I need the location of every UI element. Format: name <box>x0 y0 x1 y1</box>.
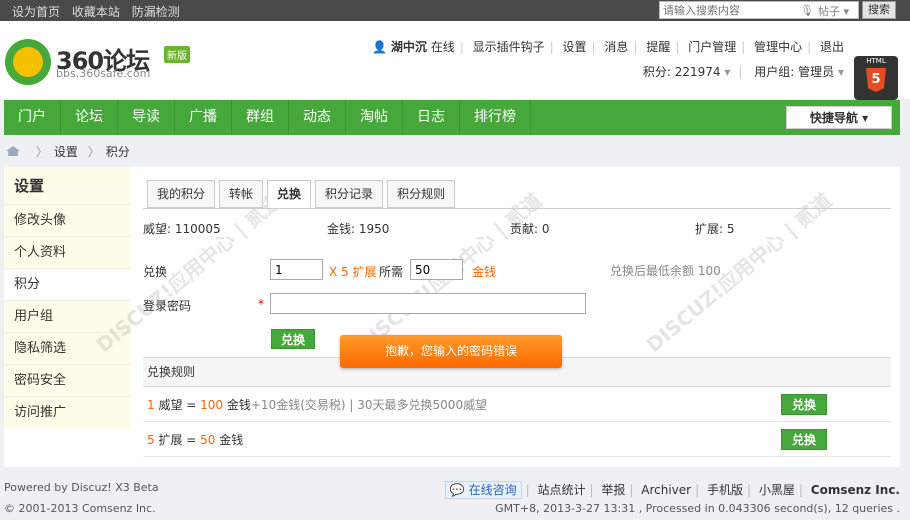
bookmark-link[interactable]: 收藏本站 <box>72 5 120 19</box>
user-icon: 👤 <box>372 40 388 54</box>
nav-portal[interactable]: 门户 <box>4 100 61 135</box>
leak-detect-link[interactable]: 防漏检测 <box>132 5 180 19</box>
search-type-select[interactable]: 帖子 ▾ <box>818 3 849 19</box>
need-currency: 金钱 <box>472 265 497 279</box>
header: 360论坛 新版 bbs.360safe.com 👤 湖中沉 在线 | 显示插件钩… <box>0 21 910 100</box>
top-links: 设为首页 收藏本站 防漏检测 <box>12 3 188 20</box>
footer-powered: Powered by Discuz! X3 Beta <box>4 481 159 494</box>
sidebar-title: 设置 <box>4 167 131 205</box>
tab-my-points[interactable]: 我的积分 <box>147 180 216 208</box>
min-balance-note: 兑换后最低余额 100 <box>610 264 721 278</box>
online-consult-button[interactable]: 💬 在线咨询 <box>444 481 522 499</box>
messages-link[interactable]: 消息 <box>604 40 628 54</box>
footer-comsenz-link[interactable]: Comsenz Inc. <box>811 483 900 497</box>
sidebar-item-promotion[interactable]: 访问推广 <box>4 397 131 429</box>
need-label: 所需 <box>379 265 404 279</box>
portal-admin-link[interactable]: 门户管理 <box>688 40 736 54</box>
exchange-amount-input[interactable] <box>270 259 323 280</box>
user-menu: 👤 湖中沉 在线 | 显示插件钩子 | 设置 | 消息 | 提醒 | 门户管理 | 管理中心… <box>372 40 844 54</box>
rule-exchange-button[interactable]: 兑换 <box>781 429 827 450</box>
sidebar-item-profile[interactable]: 个人资料 <box>4 237 131 269</box>
html5-icon: HTML 5 <box>854 56 898 100</box>
notices-link[interactable]: 提醒 <box>646 40 670 54</box>
html5-label: HTML <box>866 57 886 65</box>
sidebar-item-security[interactable]: 密码安全 <box>4 365 131 397</box>
search-input[interactable] <box>660 2 790 18</box>
required-mark: * <box>258 297 264 311</box>
settings-link[interactable]: 设置 <box>563 40 587 54</box>
chat-icon: 💬 <box>449 483 465 497</box>
logout-link[interactable]: 退出 <box>820 40 844 54</box>
nav-feed[interactable]: 动态 <box>289 100 346 135</box>
breadcrumb: 〉设置 〉积分 <box>6 143 130 160</box>
main-content: DISCUZ!应用中心 | 贰道 DISCUZ!应用中心 | 贰道 DISCUZ… <box>92 167 900 467</box>
nav-ranking[interactable]: 排行榜 <box>460 100 531 135</box>
rule-row: 5 扩展 = 50 金钱 兑换 <box>143 423 891 457</box>
logo-icon[interactable] <box>5 39 51 85</box>
footer-report-link[interactable]: 举报 <box>601 483 625 497</box>
home-icon[interactable] <box>6 146 20 156</box>
rule-exchange-button[interactable]: 兑换 <box>781 394 827 415</box>
nav-blog[interactable]: 日志 <box>403 100 460 135</box>
sidebar: 设置 修改头像 个人资料 积分 用户组 隐私筛选 密码安全 访问推广 <box>4 167 131 467</box>
plugin-hooks-link[interactable]: 显示插件钩子 <box>473 40 545 54</box>
nav-guide[interactable]: 导读 <box>118 100 175 135</box>
online-status[interactable]: 在线 <box>431 40 455 54</box>
password-input[interactable] <box>270 293 586 314</box>
stat-kuozhan: 扩展: 5 <box>695 222 735 236</box>
rule-row: 1 威望 = 100 金钱+10金钱(交易税) | 30天最多兑换5000威望 … <box>143 388 891 422</box>
search-box: 🎙 帖子 ▾ <box>659 1 859 19</box>
footer-info: GMT+8, 2013-3-27 13:31 , Processed in 0.… <box>495 502 900 515</box>
set-homepage-link[interactable]: 设为首页 <box>12 5 60 19</box>
crumb-settings[interactable]: 设置 <box>54 145 78 159</box>
tab-bar: 我的积分 转帐 兑换 积分记录 积分规则 <box>147 180 459 208</box>
top-bar: 设为首页 收藏本站 防漏检测 🎙 帖子 ▾ 搜索 <box>0 0 910 21</box>
sidebar-item-points[interactable]: 积分 <box>4 269 131 301</box>
logo-url: bbs.360safe.com <box>56 67 151 80</box>
user-info: 积分: 221974 ▾ | 用户组: 管理员 ▾ <box>642 65 844 79</box>
main-nav: 门户 论坛 导读 广播 群组 动态 淘帖 日志 排行榜 快捷导航 ▾ <box>4 100 900 135</box>
tab-points-rules[interactable]: 积分规则 <box>387 180 456 208</box>
admin-center-link[interactable]: 管理中心 <box>754 40 802 54</box>
nav-broadcast[interactable]: 广播 <box>175 100 232 135</box>
password-label: 登录密码 <box>143 299 192 313</box>
usergroup-dropdown[interactable]: 用户组: 管理员 ▾ <box>754 65 844 79</box>
need-value-input <box>410 259 463 280</box>
stat-weiwang: 威望: 110005 <box>143 222 221 236</box>
microphone-icon[interactable]: 🎙 <box>800 4 814 17</box>
sidebar-item-usergroup[interactable]: 用户组 <box>4 301 131 333</box>
footer-blacklist-link[interactable]: 小黑屋 <box>759 483 795 497</box>
sidebar-item-privacy[interactable]: 隐私筛选 <box>4 333 131 365</box>
logo-badge: 新版 <box>164 46 190 63</box>
footer-copyright: © 2001-2013 Comsenz Inc. <box>4 502 156 515</box>
nav-groups[interactable]: 群组 <box>232 100 289 135</box>
tab-exchange[interactable]: 兑换 <box>267 180 312 208</box>
exchange-label: 兑换 <box>143 265 168 279</box>
search-button[interactable]: 搜索 <box>862 1 896 19</box>
nav-collections[interactable]: 淘帖 <box>346 100 403 135</box>
footer-stats-link[interactable]: 站点统计 <box>537 483 585 497</box>
stat-jinqian: 金钱: 1950 <box>327 222 390 236</box>
exchange-unit: X 5 扩展 <box>329 265 377 279</box>
error-toast: 抱歉，您输入的密码错误 <box>340 335 562 368</box>
stat-gongxian: 贡献: 0 <box>510 222 550 236</box>
username-link[interactable]: 湖中沉 <box>391 40 427 54</box>
points-dropdown[interactable]: 积分: 221974 ▾ <box>643 65 731 79</box>
quick-nav-button[interactable]: 快捷导航 ▾ <box>786 106 892 129</box>
crumb-points[interactable]: 积分 <box>106 145 130 159</box>
footer-links: 💬 在线咨询 | 站点统计 | 举报 | Archiver | 手机版 | 小黑屋 | Co… <box>444 481 900 499</box>
nav-forum[interactable]: 论坛 <box>61 100 118 135</box>
exchange-submit-button[interactable]: 兑换 <box>271 329 315 349</box>
tab-points-log[interactable]: 积分记录 <box>315 180 384 208</box>
tab-transfer[interactable]: 转帐 <box>219 180 264 208</box>
footer-archiver-link[interactable]: Archiver <box>641 483 691 497</box>
footer-mobile-link[interactable]: 手机版 <box>707 483 743 497</box>
sidebar-item-avatar[interactable]: 修改头像 <box>4 205 131 237</box>
